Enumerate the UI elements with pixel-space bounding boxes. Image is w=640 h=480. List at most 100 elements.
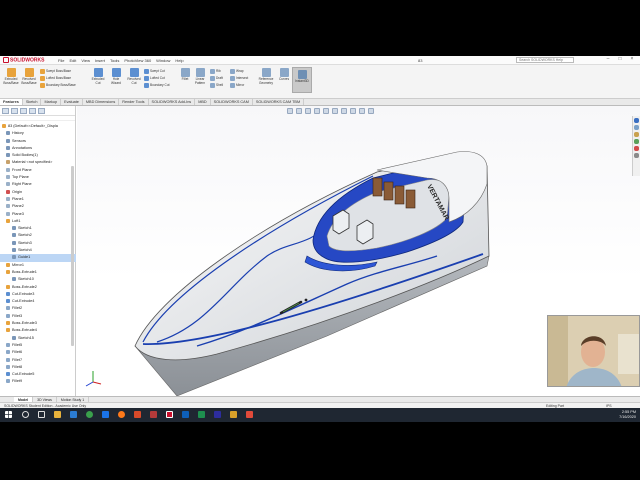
windows-start-icon[interactable] xyxy=(5,411,12,418)
solidworks-taskbar-icon[interactable] xyxy=(166,411,173,418)
tree-scrollbar[interactable] xyxy=(71,166,74,346)
menu-file[interactable]: File xyxy=(58,58,64,63)
tree-item-sketch3[interactable]: Sketch3 xyxy=(0,240,76,247)
app-icon[interactable] xyxy=(214,411,221,418)
tree-item-cut-extrude3[interactable]: Cut-Extrude3 xyxy=(0,291,76,298)
tree-item-fillet3[interactable]: Fillet3 xyxy=(0,313,76,320)
search-icon[interactable] xyxy=(22,411,29,418)
tree-item-loft1[interactable]: Loft1 xyxy=(0,218,76,225)
custom-properties-icon[interactable] xyxy=(634,153,639,158)
tree-item-fillet2[interactable]: Fillet2 xyxy=(0,305,76,312)
tree-item-sketch4[interactable]: Sketch4 xyxy=(0,247,76,254)
tree-item-plane2[interactable]: Plane2 xyxy=(0,203,76,210)
resources-icon[interactable] xyxy=(634,118,639,123)
extruded-boss-button[interactable]: Extruded Boss/Base xyxy=(3,68,19,85)
tree-filter[interactable] xyxy=(0,116,75,121)
tree-item-right-plane[interactable]: Right Plane xyxy=(0,181,76,188)
tree-item-material[interactable]: Material <not specified> xyxy=(0,159,76,166)
tree-item-solid-bodies[interactable]: Solid Bodies(1) xyxy=(0,152,76,159)
tree-item-fillet6[interactable]: Fillet6 xyxy=(0,349,76,356)
close-icon[interactable]: × xyxy=(626,56,638,64)
hole-wizard-button[interactable]: Hole Wizard xyxy=(108,68,124,85)
solidworks-logo[interactable]: SOLIDWORKS xyxy=(3,57,47,65)
menu-edit[interactable]: Edit xyxy=(69,58,76,63)
tree-item-boss-extrude1[interactable]: Boss-Extrude1 xyxy=(0,269,76,276)
excel-icon[interactable] xyxy=(198,411,205,418)
tab-mbd-dimensions[interactable]: MBD Dimensions xyxy=(83,99,120,105)
tree-item-fillet8[interactable]: Fillet8 xyxy=(0,364,76,371)
tree-root[interactable]: 83 (Default<<Default>_Displa xyxy=(0,123,76,130)
draft-button[interactable]: Draft xyxy=(210,75,223,81)
tree-item-sketch15[interactable]: Sketch15 xyxy=(0,335,76,342)
tree-item-boss-extrude2[interactable]: Boss-Extrude2 xyxy=(0,284,76,291)
tree-item-cut-extrude4[interactable]: Cut-Extrude4 xyxy=(0,298,76,305)
linear-pattern-button[interactable]: Linear Pattern xyxy=(193,68,207,85)
swept-cut-button[interactable]: Swept Cut xyxy=(144,68,165,74)
tab-markup[interactable]: Markup xyxy=(41,99,62,105)
mirror-button[interactable]: Mirror xyxy=(230,82,244,88)
feature-tree-icon[interactable] xyxy=(2,108,9,114)
tree-item-plane1[interactable]: Plane1 xyxy=(0,196,76,203)
tab-cam[interactable]: SOLIDWORKS CAM xyxy=(211,99,253,105)
design-library-icon[interactable] xyxy=(634,125,639,130)
shell-button[interactable]: Shell xyxy=(210,82,223,88)
pdf-icon[interactable] xyxy=(150,411,157,418)
tab-cam-tbm[interactable]: SOLIDWORKS CAM TBM xyxy=(253,99,305,105)
tree-item-boss-extrude4[interactable]: Boss-Extrude4 xyxy=(0,327,76,334)
tree-item-cut-extrude5[interactable]: Cut-Extrude5 xyxy=(0,371,76,378)
file-explorer-icon[interactable] xyxy=(634,132,639,137)
tree-item-fillet7[interactable]: Fillet7 xyxy=(0,357,76,364)
system-clock[interactable]: 2:55 PM 7/16/2020 xyxy=(619,410,636,420)
app-icon[interactable] xyxy=(230,411,237,418)
store-icon[interactable] xyxy=(102,411,109,418)
tree-item-fillet5[interactable]: Fillet5 xyxy=(0,342,76,349)
property-manager-icon[interactable] xyxy=(11,108,18,114)
dimxpert-icon[interactable] xyxy=(29,108,36,114)
file-explorer-icon[interactable] xyxy=(54,411,61,418)
tree-item-history[interactable]: History xyxy=(0,130,76,137)
appearances-icon[interactable] xyxy=(634,146,639,151)
menu-help[interactable]: Help xyxy=(175,58,183,63)
edge-icon[interactable] xyxy=(70,411,77,418)
minimize-icon[interactable]: – xyxy=(602,56,614,64)
help-search-input[interactable]: Search SOLIDWORKS Help xyxy=(516,57,574,63)
powerpoint-icon[interactable] xyxy=(134,411,141,418)
tree-item-plane3[interactable]: Plane3 xyxy=(0,211,76,218)
revolved-boss-button[interactable]: Revolved Boss/Base xyxy=(21,68,37,85)
intersect-button[interactable]: Intersect xyxy=(230,75,248,81)
menu-window[interactable]: Window xyxy=(156,58,170,63)
maximize-icon[interactable]: □ xyxy=(614,56,626,64)
lofted-boss-button[interactable]: Lofted Boss/Base xyxy=(40,75,71,81)
tab-add-ins[interactable]: SOLIDWORKS Add-Ins xyxy=(149,99,196,105)
tree-item-sketch10[interactable]: Sketch10 xyxy=(0,276,76,283)
tree-item-annotations[interactable]: Annotations xyxy=(0,145,76,152)
firefox-icon[interactable] xyxy=(118,411,125,418)
curves-button[interactable]: Curves xyxy=(277,68,291,82)
instant3d-button[interactable]: Instant3D xyxy=(292,67,312,93)
tree-item-sensors[interactable]: Sensors xyxy=(0,138,76,145)
tree-item-sketch1[interactable]: Sketch1 xyxy=(0,225,76,232)
fillet-button[interactable]: Fillet xyxy=(178,68,192,82)
menu-view[interactable]: View xyxy=(81,58,90,63)
reference-geometry-button[interactable]: Reference Geometry xyxy=(256,68,276,85)
tree-item-top-plane[interactable]: Top Plane xyxy=(0,174,76,181)
tab-evaluate[interactable]: Evaluate xyxy=(61,99,83,105)
tree-item-origin[interactable]: Origin xyxy=(0,189,76,196)
rib-button[interactable]: Rib xyxy=(210,68,221,74)
swept-boss-button[interactable]: Swept Boss/Base xyxy=(40,68,71,74)
display-manager-icon[interactable] xyxy=(38,108,45,114)
tree-item-front-plane[interactable]: Front Plane xyxy=(0,167,76,174)
tree-item-fillet9[interactable]: Fillet9 xyxy=(0,378,76,385)
tree-item-mirror1[interactable]: Mirror1 xyxy=(0,262,76,269)
boundary-boss-button[interactable]: Boundary Boss/Base xyxy=(40,82,76,88)
menu-photoview[interactable]: PhotoView 360 xyxy=(124,58,151,63)
boundary-cut-button[interactable]: Boundary Cut xyxy=(144,82,170,88)
chrome-icon[interactable] xyxy=(86,411,93,418)
lofted-cut-button[interactable]: Lofted Cut xyxy=(144,75,165,81)
tab-mbd[interactable]: MBD xyxy=(195,99,211,105)
configuration-manager-icon[interactable] xyxy=(20,108,27,114)
tab-render-tools[interactable]: Render Tools xyxy=(119,99,149,105)
wrap-button[interactable]: Wrap xyxy=(230,68,244,74)
outlook-icon[interactable] xyxy=(182,411,189,418)
menu-tools[interactable]: Tools xyxy=(110,58,119,63)
